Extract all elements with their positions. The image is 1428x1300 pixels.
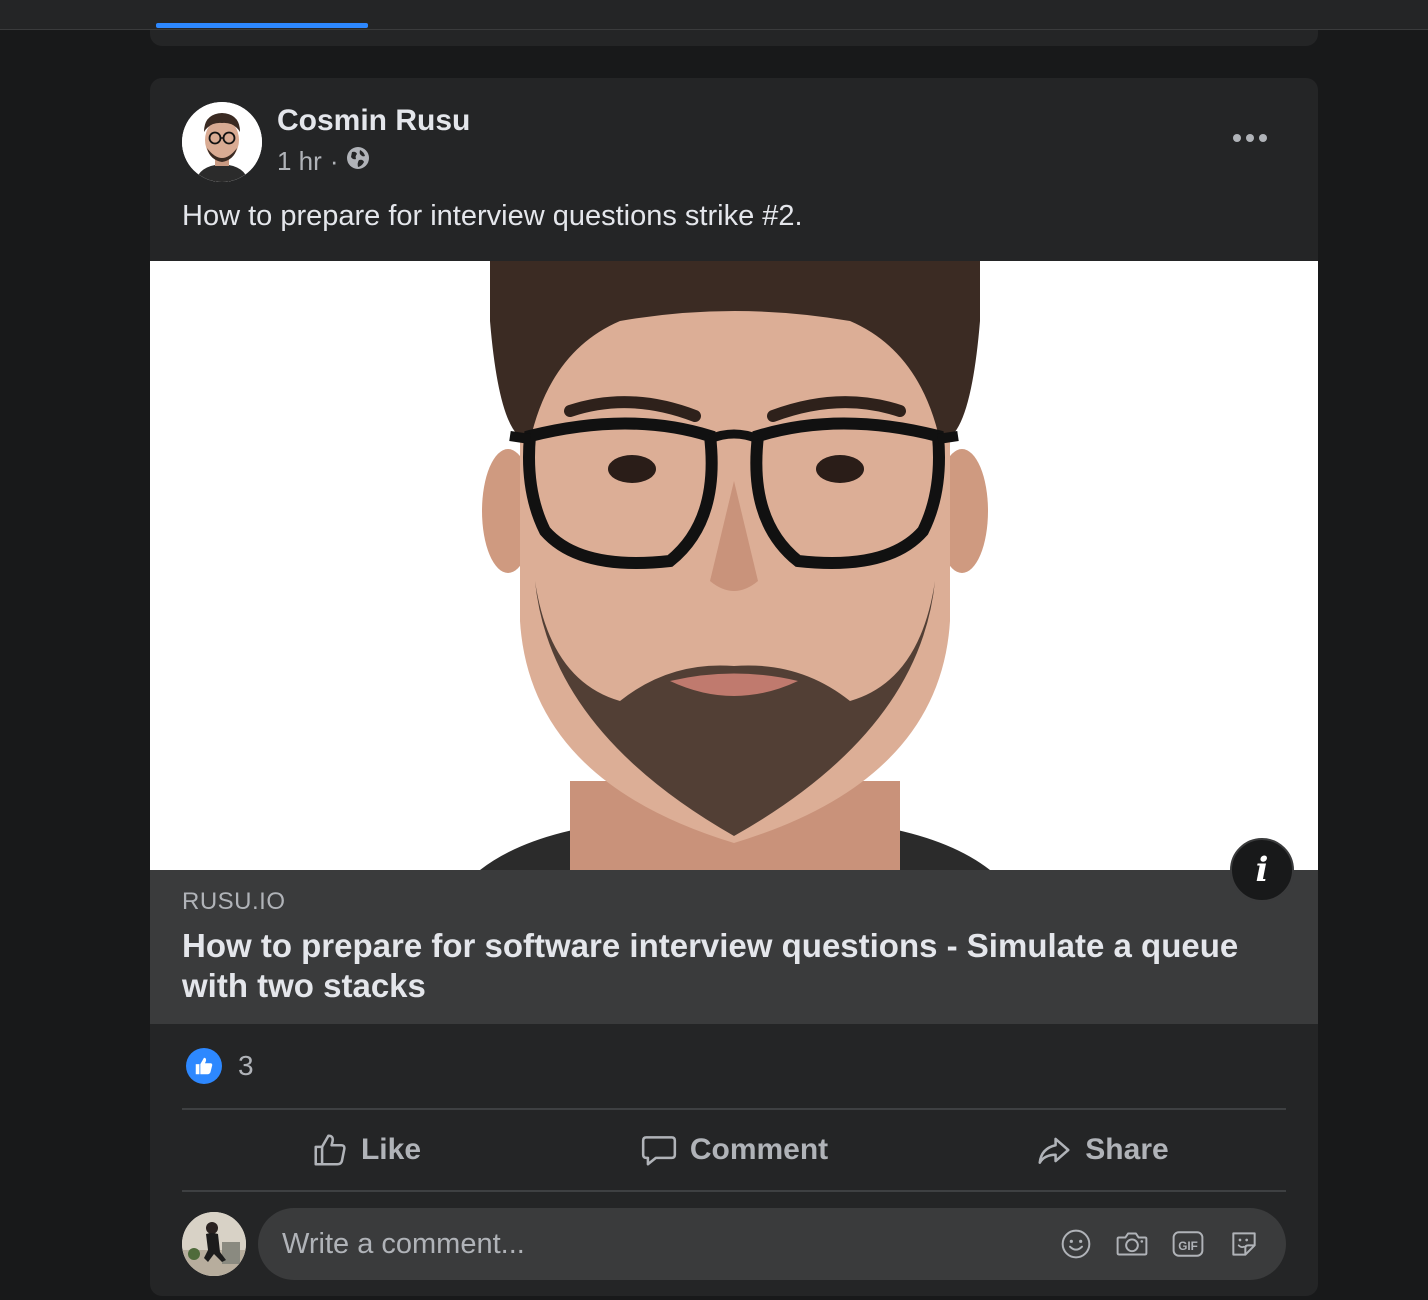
link-preview[interactable]: RUSU.IO How to prepare for software inte… <box>150 870 1318 1024</box>
link-domain: RUSU.IO <box>182 888 286 915</box>
globe-icon[interactable] <box>346 146 370 177</box>
comment-icons: GIF <box>1058 1224 1262 1264</box>
post-text: How to prepare for interview questions s… <box>182 200 803 232</box>
top-bar <box>0 0 1428 30</box>
like-button[interactable]: Like <box>182 1110 550 1190</box>
post-time[interactable]: 1 hr <box>277 146 322 177</box>
gif-label: GIF <box>1178 1240 1198 1253</box>
divider <box>182 1190 1286 1192</box>
info-icon[interactable]: i <box>1230 838 1294 902</box>
gif-icon[interactable]: GIF <box>1170 1224 1206 1264</box>
comment-composer: Write a comment... GIF <box>182 1208 1286 1280</box>
post-card: Cosmin Rusu 1 hr · How to prepare for in… <box>150 78 1318 1296</box>
comment-label: Comment <box>689 1133 829 1166</box>
like-count: 3 <box>238 1050 254 1081</box>
reactions-summary[interactable]: 3 <box>186 1048 254 1084</box>
post-actions: Like Comment Share <box>182 1110 1286 1190</box>
more-icon-dot <box>1233 134 1241 142</box>
link-preview-image[interactable] <box>150 261 1318 870</box>
camera-icon[interactable] <box>1114 1224 1150 1264</box>
sticker-icon[interactable] <box>1226 1224 1262 1264</box>
share-label: Share <box>1085 1133 1169 1166</box>
comment-icon <box>641 1136 676 1166</box>
like-icon <box>186 1048 222 1084</box>
more-icon-dot <box>1259 134 1267 142</box>
more-icon-dot <box>1246 134 1254 142</box>
active-tab-indicator <box>156 23 368 28</box>
current-user-avatar[interactable] <box>182 1212 246 1276</box>
post-meta: 1 hr · <box>277 146 370 177</box>
thumbs-up-icon <box>314 1134 346 1166</box>
comment-button[interactable]: Comment <box>550 1110 918 1190</box>
more-options-button[interactable] <box>1222 118 1278 158</box>
meta-separator: · <box>329 146 339 176</box>
comment-placeholder: Write a comment... <box>282 1228 525 1260</box>
share-icon <box>1038 1137 1070 1164</box>
comment-input[interactable]: Write a comment... GIF <box>258 1208 1286 1280</box>
previous-card-edge <box>150 30 1318 46</box>
emoji-icon[interactable] <box>1058 1224 1094 1264</box>
like-label: Like <box>360 1133 422 1166</box>
link-title[interactable]: How to prepare for software interview qu… <box>182 926 1282 1006</box>
share-button[interactable]: Share <box>918 1110 1286 1190</box>
author-name[interactable]: Cosmin Rusu <box>277 104 470 138</box>
author-avatar[interactable] <box>182 102 262 182</box>
